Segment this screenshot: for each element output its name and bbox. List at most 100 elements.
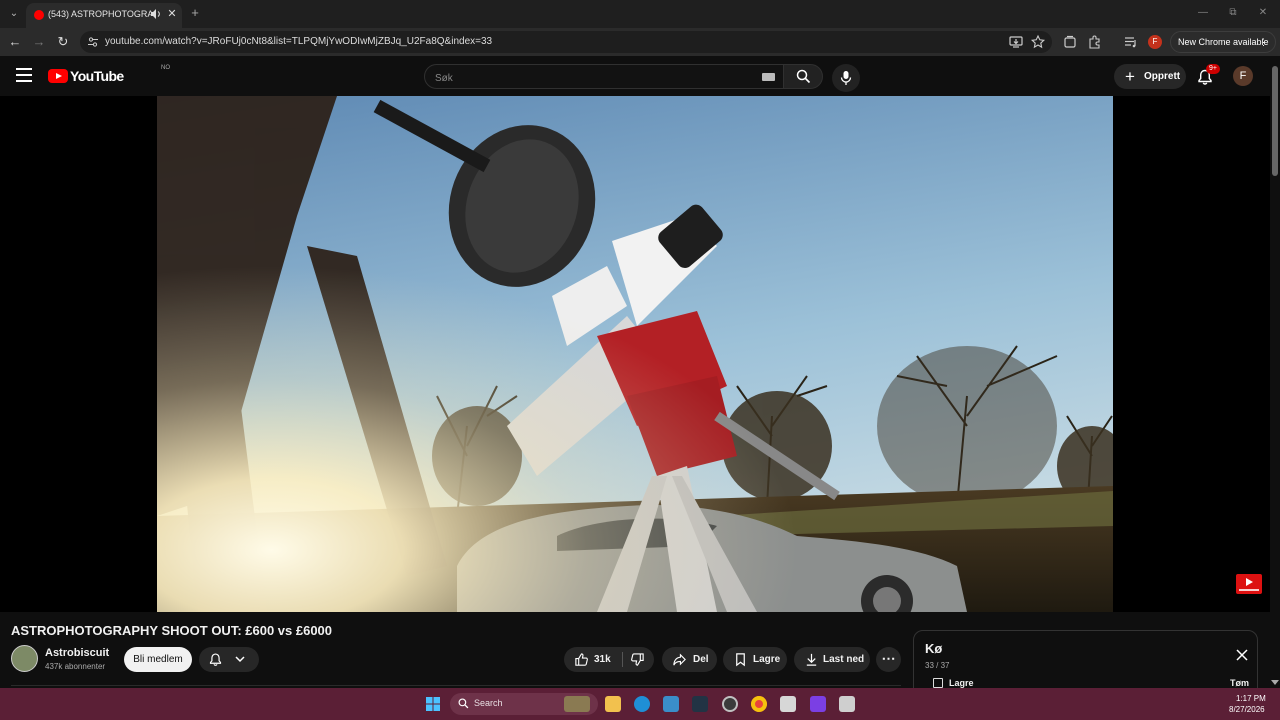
download-icon [806, 653, 817, 666]
share-icon [673, 653, 686, 666]
save-label: Lagre [753, 654, 781, 665]
join-button[interactable]: Bli medlem [124, 647, 192, 672]
queue-save-checkbox[interactable] [933, 678, 943, 688]
subscriber-count: 437k abonnenter [45, 662, 106, 671]
extensions-puzzle-icon[interactable] [1087, 34, 1103, 50]
browser-toolbar: ← → ↻ youtube.com/watch?v=JRoFUj0cNt8&li… [0, 28, 1280, 56]
tab-close-icon[interactable]: ✕ [166, 7, 178, 21]
channel-avatar[interactable] [11, 645, 38, 672]
tab-title: (543) ASTROPHOTOGRAPHY SHOOT OUT: £600 v… [48, 9, 152, 19]
obs-studio-icon[interactable] [722, 696, 738, 712]
search-button[interactable] [783, 64, 823, 89]
twitch-app-icon[interactable] [810, 696, 826, 712]
subscription-notifications-button[interactable] [199, 647, 259, 672]
guide-menu-icon[interactable] [16, 68, 32, 82]
minimize-window-icon[interactable]: — [1196, 6, 1210, 20]
search-icon [796, 69, 811, 84]
like-divider [622, 652, 623, 667]
save-bookmark-icon [736, 653, 745, 667]
download-label: Last ned [823, 654, 865, 665]
share-label: Del [693, 654, 709, 665]
youtube-play-logo-icon [48, 69, 68, 83]
tab-groups-icon[interactable] [1062, 34, 1078, 50]
youtube-masthead: YouTube NO + Opprett 9+ F [0, 56, 1280, 96]
taskbar-clock-date[interactable]: 8/27/2026 [1229, 705, 1265, 714]
plus-icon: + [1125, 67, 1135, 86]
file-explorer-icon[interactable] [605, 696, 621, 712]
store-app-icon[interactable] [663, 696, 679, 712]
search-input[interactable] [435, 71, 735, 85]
share-button[interactable]: Del [662, 647, 717, 672]
save-button[interactable]: Lagre [723, 647, 787, 672]
restore-window-icon[interactable]: ⧉ [1226, 6, 1240, 20]
scrollbar-thumb[interactable] [1272, 66, 1278, 176]
keyboard-icon[interactable] [762, 73, 775, 81]
new-chrome-available-button[interactable]: New Chrome available ⋮ [1170, 31, 1276, 53]
section-divider [11, 685, 901, 686]
search-icon [458, 698, 469, 709]
site-info-icon[interactable] [87, 36, 99, 48]
like-dislike-segment: 31k [564, 647, 654, 672]
create-label: Opprett [1144, 71, 1181, 82]
chevron-down-icon [235, 656, 245, 663]
video-scene-image [157, 96, 1113, 612]
close-window-icon[interactable]: ✕ [1256, 6, 1270, 20]
youtube-logo-text: YouTube [70, 68, 124, 84]
reload-icon[interactable]: ↻ [55, 34, 71, 50]
like-button[interactable]: 31k [564, 647, 622, 672]
voice-search-button[interactable] [832, 64, 860, 92]
queue-clear-button[interactable]: Tøm [1230, 678, 1249, 688]
thumbs-up-icon [575, 653, 588, 666]
microphone-icon [840, 71, 852, 85]
search-highlight-icon [564, 696, 590, 712]
taskbar-search-label: Search [474, 698, 503, 708]
chrome-profile-avatar[interactable]: F [1148, 35, 1162, 49]
like-count: 31k [594, 654, 611, 665]
channel-name[interactable]: Astrobiscuit [45, 647, 109, 659]
video-frame[interactable] [157, 96, 1113, 612]
download-button[interactable]: Last ned [794, 647, 870, 672]
queue-panel: Kø 33 / 37 Lagre Tøm [913, 630, 1258, 690]
close-icon[interactable] [1235, 648, 1249, 662]
country-code: NO [161, 65, 170, 71]
media-controls-icon[interactable] [1123, 34, 1139, 50]
tab-search-chevron-icon[interactable]: ⌄ [6, 6, 22, 22]
more-actions-icon[interactable]: ⋯ [876, 647, 901, 672]
address-bar[interactable]: youtube.com/watch?v=JRoFUj0cNt8&list=TLP… [80, 31, 1052, 53]
tab-audio-playing-icon[interactable] [150, 8, 162, 20]
queue-position: 33 / 37 [925, 661, 950, 670]
notification-count-badge: 9+ [1206, 64, 1220, 74]
queue-title: Kø [925, 641, 943, 656]
browser-tab-strip: ⌄ (543) ASTROPHOTOGRAPHY SHOOT OUT: £600… [0, 0, 1280, 28]
bell-icon [209, 653, 222, 666]
thumbs-down-icon [631, 653, 644, 666]
windows-start-icon[interactable] [425, 696, 441, 712]
printer-app-icon[interactable] [839, 696, 855, 712]
video-title: ASTROPHOTOGRAPHY SHOOT OUT: £600 vs £600… [11, 623, 333, 638]
snipping-tool-icon[interactable] [692, 696, 708, 712]
edge-browser-icon[interactable] [634, 696, 650, 712]
chrome-menu-icon[interactable]: ⋮ [1259, 32, 1268, 52]
browser-tab-active[interactable]: (543) ASTROPHOTOGRAPHY SHOOT OUT: £600 v… [26, 3, 182, 28]
bookmark-star-icon[interactable] [1030, 34, 1046, 50]
youtube-logo[interactable]: YouTube NO [48, 65, 170, 87]
chrome-browser-icon[interactable] [751, 696, 767, 712]
install-app-icon[interactable] [1008, 34, 1024, 50]
page-scrollbar[interactable] [1270, 56, 1280, 688]
taskbar-search[interactable]: Search [450, 693, 598, 715]
back-arrow-icon[interactable]: ← [7, 34, 23, 50]
queue-save-label[interactable]: Lagre [949, 678, 974, 688]
subscribe-watermark-icon[interactable] [1236, 574, 1262, 594]
notepad-icon[interactable] [780, 696, 796, 712]
search-box [424, 64, 784, 89]
scroll-down-arrow-icon[interactable] [1270, 679, 1280, 687]
dislike-button[interactable] [624, 647, 654, 672]
create-button[interactable]: + Opprett [1114, 64, 1186, 89]
account-avatar[interactable]: F [1233, 66, 1253, 86]
url-text: youtube.com/watch?v=JRoFUj0cNt8&list=TLP… [105, 36, 493, 47]
forward-arrow-icon[interactable]: → [31, 34, 47, 50]
new-tab-button[interactable]: + [188, 6, 202, 20]
new-chrome-label: New Chrome available [1178, 37, 1269, 47]
youtube-favicon-icon [34, 10, 44, 20]
taskbar-clock-time[interactable]: 1:17 PM [1236, 694, 1266, 703]
